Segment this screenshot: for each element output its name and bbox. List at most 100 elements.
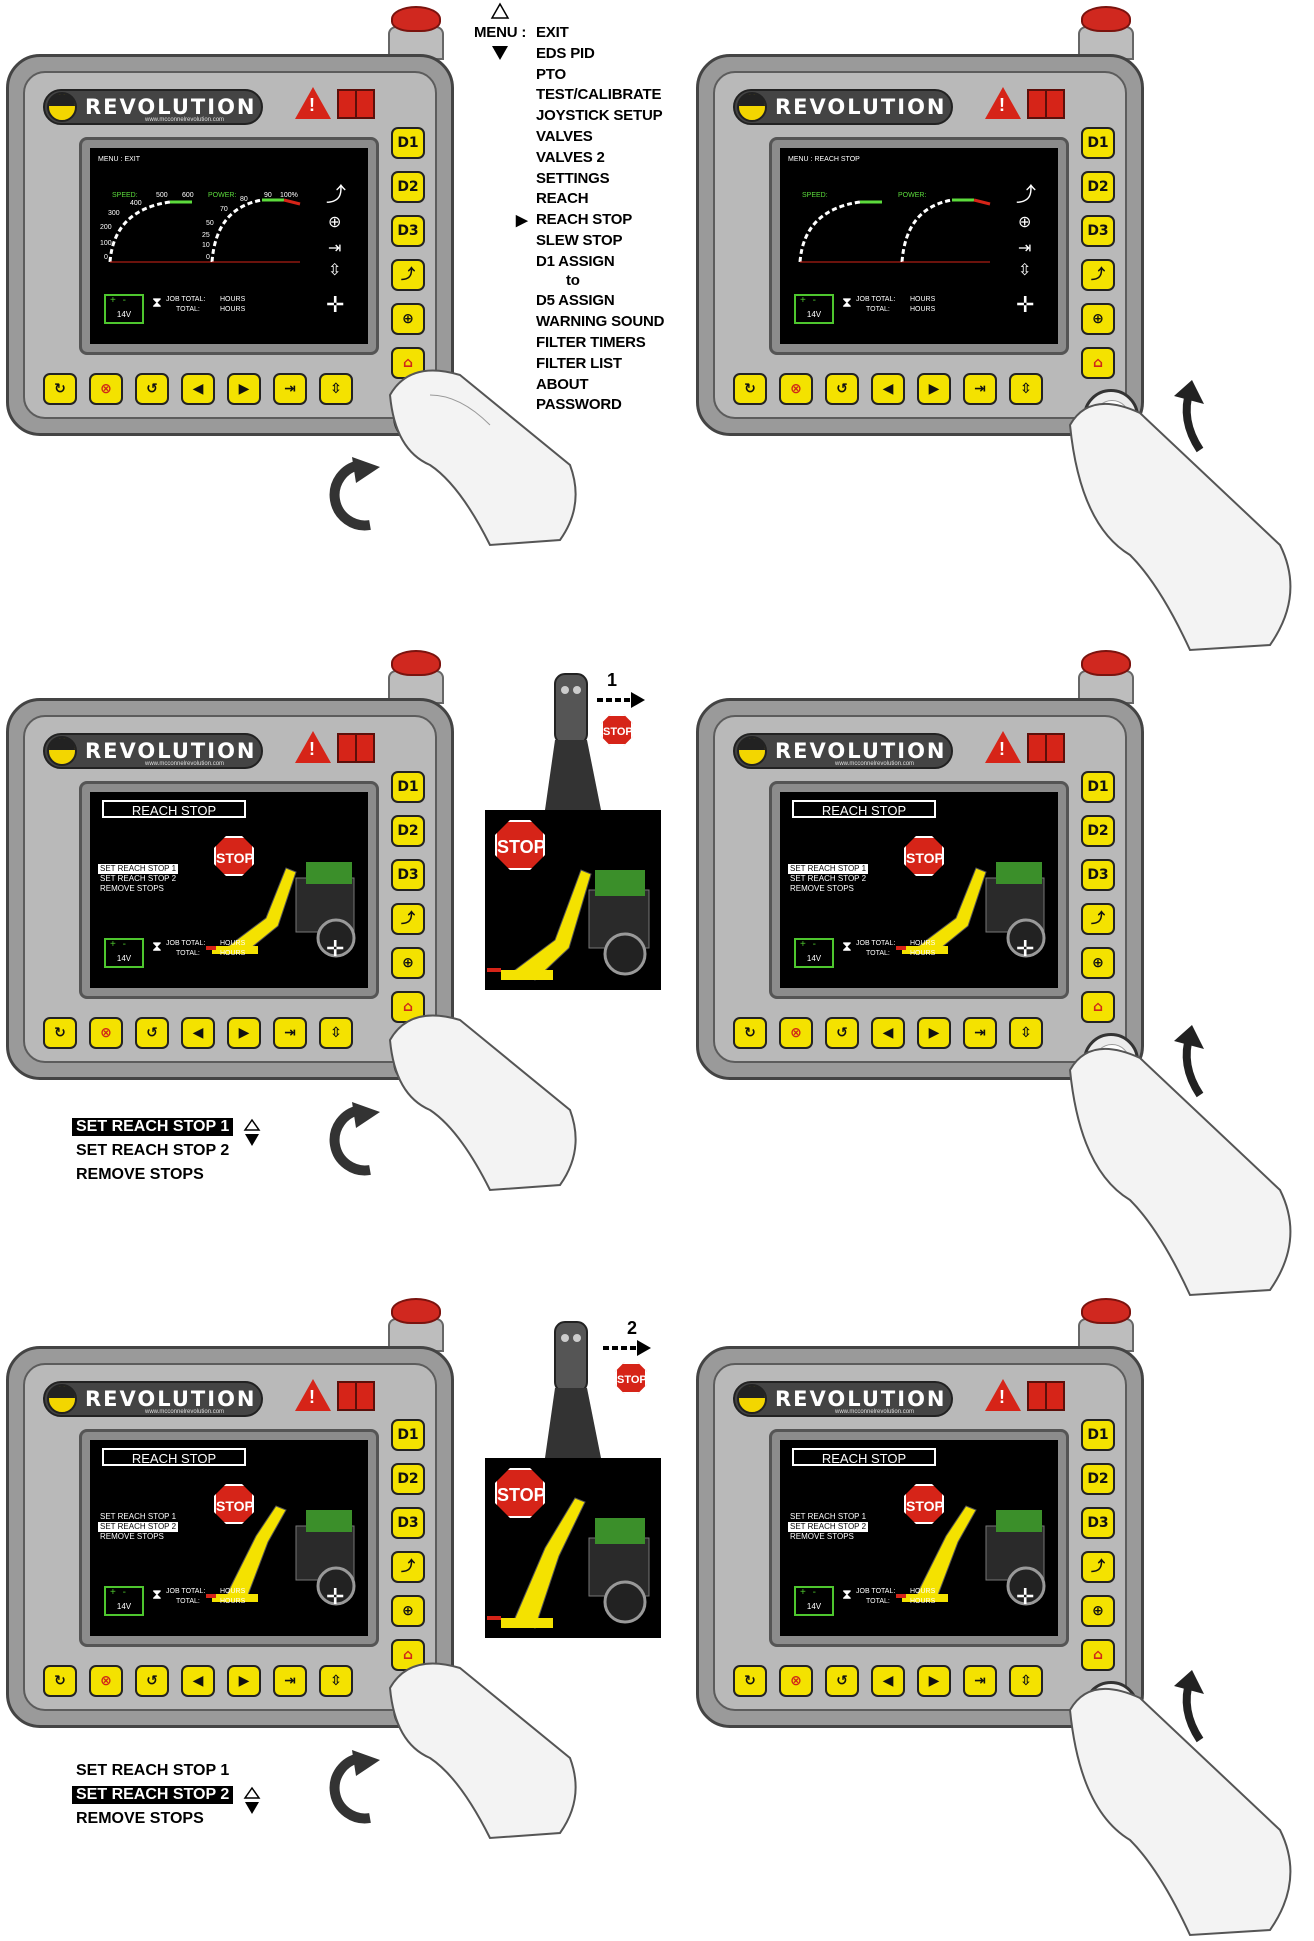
option-set-reach-stop-1[interactable]: SET REACH STOP 1: [788, 864, 869, 874]
rotor-key[interactable]: ↻: [43, 1665, 77, 1697]
right-arrow-key[interactable]: ▶: [227, 1017, 261, 1049]
left-arrow-key[interactable]: ◀: [871, 373, 905, 405]
left-arrow-key[interactable]: ◀: [871, 1017, 905, 1049]
menu-item-d1-assign[interactable]: D1 ASSIGN: [536, 253, 615, 270]
tilt-key[interactable]: ⇳: [1009, 373, 1043, 405]
rotor-key[interactable]: ↻: [43, 1017, 77, 1049]
pto-key[interactable]: ⇥: [963, 373, 997, 405]
pto-key[interactable]: ⇥: [273, 1017, 307, 1049]
pto-key[interactable]: ⇥: [963, 1665, 997, 1697]
d1-key[interactable]: D1: [1081, 771, 1115, 803]
home-key[interactable]: ⌂: [1081, 1639, 1115, 1671]
menu-item-password[interactable]: PASSWORD: [536, 396, 622, 413]
option-set-reach-stop-2[interactable]: SET REACH STOP 2: [788, 1522, 869, 1532]
menu-item-d5-assign[interactable]: D5 ASSIGN: [536, 292, 615, 309]
float-key[interactable]: ⊕: [1081, 947, 1115, 979]
menu-item-warning-sound[interactable]: WARNING SOUND: [536, 313, 664, 330]
option-set-reach-stop-1[interactable]: SET REACH STOP 1: [98, 1512, 178, 1522]
menu-item-pto[interactable]: PTO: [536, 66, 566, 83]
emergency-stop-button[interactable]: [1081, 1298, 1131, 1324]
float-key[interactable]: ⊕: [391, 1595, 425, 1627]
left-arrow-key[interactable]: ◀: [181, 1017, 215, 1049]
option-remove-stops[interactable]: REMOVE STOPS: [788, 1532, 856, 1542]
rotor-stop-key[interactable]: ⊗: [779, 1665, 813, 1697]
left-arrow-key[interactable]: ◀: [181, 373, 215, 405]
d3-key[interactable]: D3: [1081, 215, 1115, 247]
rotor-key[interactable]: ↻: [733, 1017, 767, 1049]
d2-key[interactable]: D2: [391, 171, 425, 203]
d2-key[interactable]: D2: [391, 1463, 425, 1495]
menu-item-about[interactable]: ABOUT: [536, 376, 589, 393]
d3-key[interactable]: D3: [391, 859, 425, 891]
option-set-reach-stop-2[interactable]: SET REACH STOP 2: [98, 1522, 179, 1532]
rotor-reverse-key[interactable]: ↺: [825, 1017, 859, 1049]
menu-item-filter-timers[interactable]: FILTER TIMERS: [536, 334, 646, 351]
float-key[interactable]: ⊕: [1081, 1595, 1115, 1627]
tilt-key[interactable]: ⇳: [1009, 1017, 1043, 1049]
menu-item-reach-stop[interactable]: REACH STOP: [536, 211, 632, 228]
pto-key[interactable]: ⇥: [273, 1665, 307, 1697]
menu-item-reach[interactable]: REACH: [536, 190, 589, 207]
arm-key[interactable]: ⤴: [1081, 259, 1115, 291]
option-remove-stops[interactable]: REMOVE STOPS: [98, 1532, 166, 1542]
right-arrow-key[interactable]: ▶: [917, 1017, 951, 1049]
rotor-key[interactable]: ↻: [733, 373, 767, 405]
tilt-key[interactable]: ⇳: [319, 1017, 353, 1049]
d2-key[interactable]: D2: [1081, 171, 1115, 203]
option-set-reach-stop-2[interactable]: SET REACH STOP 2: [788, 874, 868, 884]
home-key[interactable]: ⌂: [1081, 991, 1115, 1023]
tilt-key[interactable]: ⇳: [319, 373, 353, 405]
float-key[interactable]: ⊕: [1081, 303, 1115, 335]
pto-key[interactable]: ⇥: [273, 373, 307, 405]
right-arrow-key[interactable]: ▶: [917, 1665, 951, 1697]
d1-key[interactable]: D1: [1081, 127, 1115, 159]
pto-key[interactable]: ⇥: [963, 1017, 997, 1049]
home-key[interactable]: ⌂: [1081, 347, 1115, 379]
menu-item-joystick-setup[interactable]: JOYSTICK SETUP: [536, 107, 663, 124]
option-set-reach-stop-1[interactable]: SET REACH STOP 1: [788, 1512, 868, 1522]
d3-key[interactable]: D3: [391, 215, 425, 247]
right-arrow-key[interactable]: ▶: [227, 373, 261, 405]
option-remove-stops[interactable]: REMOVE STOPS: [98, 884, 166, 894]
emergency-stop-button[interactable]: [1081, 650, 1131, 676]
rotor-stop-key[interactable]: ⊗: [779, 1017, 813, 1049]
d3-key[interactable]: D3: [1081, 859, 1115, 891]
emergency-stop-button[interactable]: [391, 650, 441, 676]
option-set-reach-stop-2[interactable]: SET REACH STOP 2: [98, 874, 178, 884]
menu-item-eds-pid[interactable]: EDS PID: [536, 45, 595, 62]
right-arrow-key[interactable]: ▶: [227, 1665, 261, 1697]
float-key[interactable]: ⊕: [391, 947, 425, 979]
menu-item-slew-stop[interactable]: SLEW STOP: [536, 232, 622, 249]
arm-key[interactable]: ⤴: [1081, 1551, 1115, 1583]
left-arrow-key[interactable]: ◀: [181, 1665, 215, 1697]
rotor-reverse-key[interactable]: ↺: [825, 373, 859, 405]
arm-key[interactable]: ⤴: [391, 1551, 425, 1583]
emergency-stop-button[interactable]: [391, 1298, 441, 1324]
rotor-reverse-key[interactable]: ↺: [135, 1017, 169, 1049]
arm-key[interactable]: ⤴: [1081, 903, 1115, 935]
tilt-key[interactable]: ⇳: [319, 1665, 353, 1697]
d1-key[interactable]: D1: [391, 1419, 425, 1451]
menu-item-settings[interactable]: SETTINGS: [536, 170, 610, 187]
rotor-stop-key[interactable]: ⊗: [89, 373, 123, 405]
rotor-reverse-key[interactable]: ↺: [135, 373, 169, 405]
arm-key[interactable]: ⤴: [391, 259, 425, 291]
rotor-reverse-key[interactable]: ↺: [825, 1665, 859, 1697]
menu-item-exit[interactable]: EXIT: [536, 24, 569, 41]
rotor-stop-key[interactable]: ⊗: [779, 373, 813, 405]
menu-item-test-calibrate[interactable]: TEST/CALIBRATE: [536, 86, 661, 103]
rotor-reverse-key[interactable]: ↺: [135, 1665, 169, 1697]
emergency-stop-button[interactable]: [1081, 6, 1131, 32]
d1-key[interactable]: D1: [1081, 1419, 1115, 1451]
menu-item-valves-2[interactable]: VALVES 2: [536, 149, 605, 166]
d3-key[interactable]: D3: [1081, 1507, 1115, 1539]
d2-key[interactable]: D2: [1081, 1463, 1115, 1495]
option-set-reach-stop-1[interactable]: SET REACH STOP 1: [98, 864, 179, 874]
rotor-stop-key[interactable]: ⊗: [89, 1017, 123, 1049]
option-remove-stops[interactable]: REMOVE STOPS: [788, 884, 856, 894]
rotor-key[interactable]: ↻: [43, 373, 77, 405]
left-arrow-key[interactable]: ◀: [871, 1665, 905, 1697]
tilt-key[interactable]: ⇳: [1009, 1665, 1043, 1697]
right-arrow-key[interactable]: ▶: [917, 373, 951, 405]
rotor-stop-key[interactable]: ⊗: [89, 1665, 123, 1697]
